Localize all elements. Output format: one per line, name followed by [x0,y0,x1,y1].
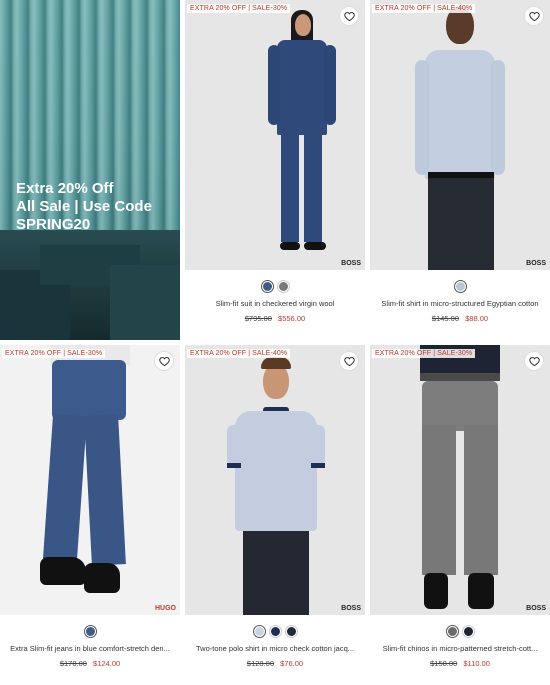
promo-line-3: SPRING20 [16,216,91,233]
product-card[interactable]: EXTRA 20% OFF | SALE-30% BOSS Slim-fit c… [370,345,550,668]
promo-banner[interactable]: Extra 20% Off All Sale | Use Code SPRING… [0,0,180,340]
original-price: $178.00 [59,659,87,668]
brand-label: HUGO [155,605,176,612]
product-image[interactable]: EXTRA 20% OFF | SALE-30% HUGO [0,345,180,615]
promo-line-1: Extra 20% Off [16,180,114,197]
sale-badge: EXTRA 20% OFF | SALE-40% [187,349,291,358]
product-card[interactable]: EXTRA 20% OFF | SALE-40% BOSS Two-tone p… [185,345,365,668]
model-figure [370,0,550,270]
original-price: $795.00 [244,314,272,323]
sale-badge: EXTRA 20% OFF | SALE-30% [2,349,106,358]
wishlist-heart-icon[interactable] [339,351,359,371]
sale-badge: EXTRA 20% OFF | SALE-40% [372,4,476,13]
wishlist-heart-icon[interactable] [524,351,544,371]
product-card[interactable]: EXTRA 20% OFF | SALE-30% BOSS Slim-fit s… [185,0,365,323]
original-price: $128.00 [246,659,275,668]
model-figure [185,345,365,615]
product-image[interactable]: EXTRA 20% OFF | SALE-40% BOSS [370,0,550,270]
original-price: $145.00 [431,314,460,323]
product-name[interactable]: Slim-fit suit in checkered virgin wool [185,298,365,310]
color-swatches [370,619,550,643]
color-swatch[interactable] [446,625,458,637]
wishlist-heart-icon[interactable] [339,6,359,26]
brand-label: BOSS [526,260,546,267]
color-swatch[interactable] [269,625,281,637]
product-card[interactable]: EXTRA 20% OFF | SALE-30% HUGO Extra Slim… [0,345,180,668]
product-name[interactable]: Slim-fit shirt in micro-structured Egypt… [370,298,550,310]
brand-label: BOSS [341,605,361,612]
brand-label: BOSS [526,605,546,612]
original-price: $158.00 [430,659,458,668]
color-swatches [185,274,365,298]
brand-label: BOSS [341,260,361,267]
sale-price: $124.00 [93,659,121,668]
sale-badge: EXTRA 20% OFF | SALE-30% [187,4,291,13]
color-swatch[interactable] [253,625,265,637]
color-swatch[interactable] [84,625,96,637]
price-row: $178.00 $124.00 [0,659,180,668]
model-figure [0,345,180,615]
price-row: $795.00 $556.00 [185,314,365,323]
sale-price: $88.00 [465,314,489,323]
product-image[interactable]: EXTRA 20% OFF | SALE-40% BOSS [185,345,365,615]
product-name[interactable]: Two-tone polo shirt in micro check cotto… [185,643,365,655]
model-figure [185,0,365,270]
price-row: $158.00 $110.00 [370,659,550,668]
promo-line-2: All Sale | Use Code [16,198,152,215]
product-card[interactable]: EXTRA 20% OFF | SALE-40% BOSS Slim-fit s… [370,0,550,323]
wishlist-heart-icon[interactable] [154,351,174,371]
color-swatch[interactable] [454,280,466,292]
color-swatches [370,274,550,298]
product-image[interactable]: EXTRA 20% OFF | SALE-30% BOSS [185,0,365,270]
sale-price: $76.00 [280,659,304,668]
product-name[interactable]: Extra Slim-fit jeans in blue comfort-str… [0,643,180,655]
wishlist-heart-icon[interactable] [524,6,544,26]
sale-price: $556.00 [278,314,306,323]
price-row: $128.00 $76.00 [185,659,365,668]
color-swatch[interactable] [261,280,273,292]
color-swatch[interactable] [285,625,297,637]
promo-text: Extra 20% Off All Sale | Use Code SPRING… [16,180,176,234]
color-swatches [185,619,365,643]
product-name[interactable]: Slim-fit chinos in micro-patterned stret… [370,643,550,655]
promo-block [110,265,180,340]
color-swatches [0,619,180,643]
model-figure [370,345,550,615]
color-swatch[interactable] [462,625,474,637]
sale-badge: EXTRA 20% OFF | SALE-30% [372,349,476,358]
price-row: $145.00 $88.00 [370,314,550,323]
product-image[interactable]: EXTRA 20% OFF | SALE-30% BOSS [370,345,550,615]
color-swatch[interactable] [277,280,289,292]
sale-price: $110.00 [463,659,490,668]
